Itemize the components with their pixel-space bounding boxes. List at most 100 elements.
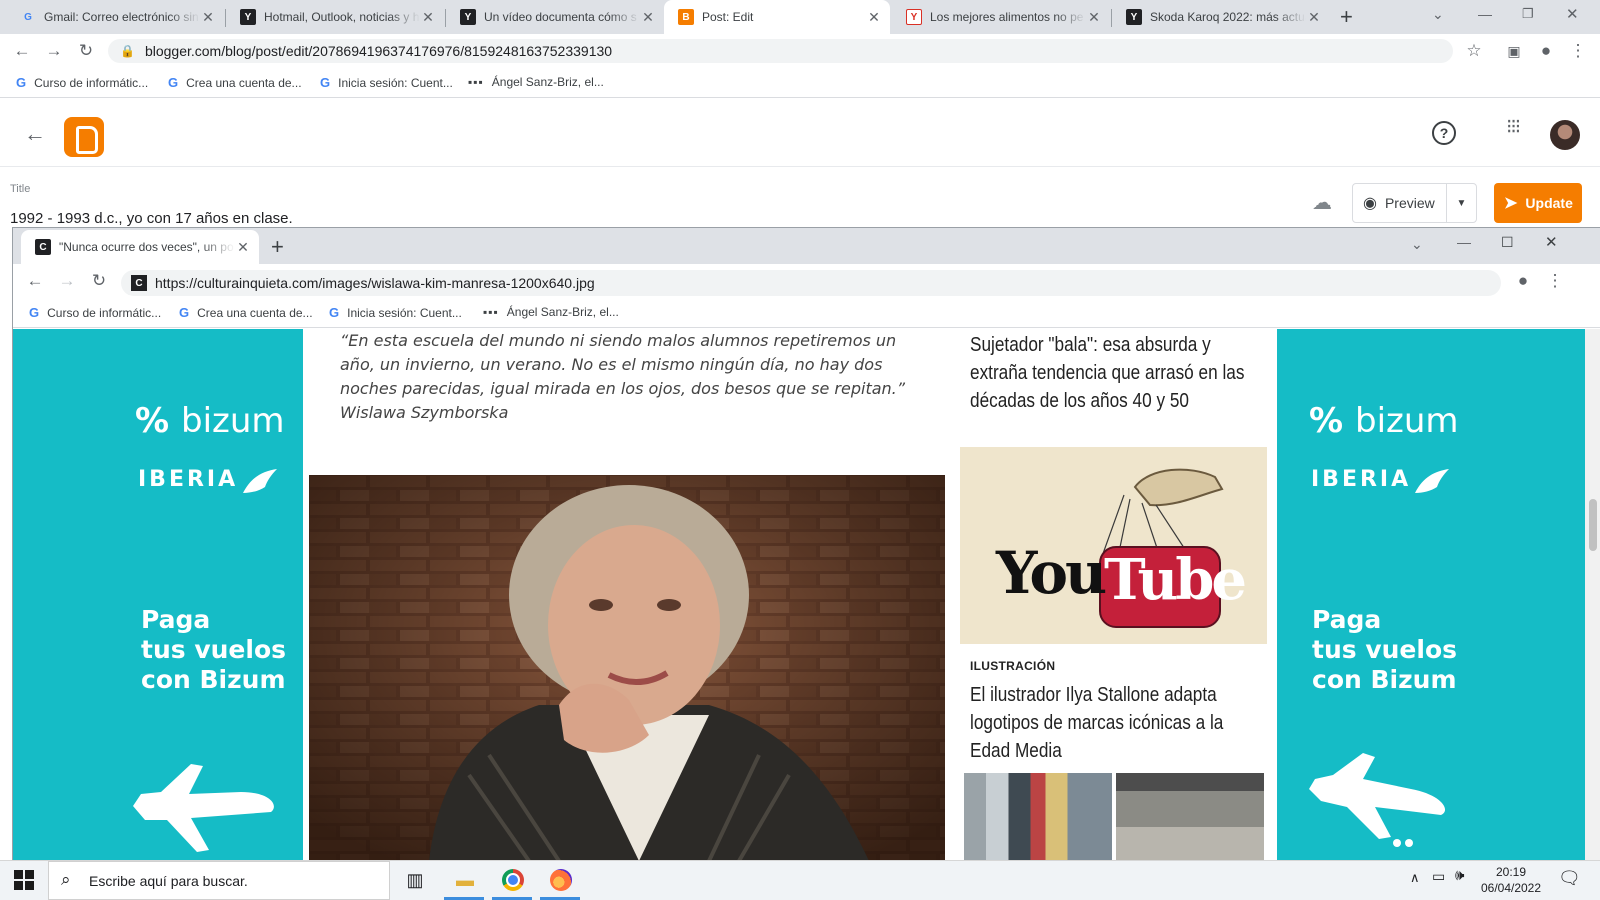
google-g-icon: G: [179, 305, 190, 320]
google-g-icon: G: [168, 75, 179, 90]
close-tab-icon[interactable]: ✕: [866, 9, 882, 26]
back-arrow-icon[interactable]: ←: [10, 39, 34, 63]
airplane-icon: [1309, 753, 1446, 847]
tab-title: Gmail: Correo electrónico sin: [44, 10, 199, 24]
close-tab-icon[interactable]: ✕: [235, 239, 251, 256]
slogan-line: con Bizum: [1312, 665, 1457, 694]
y-red-icon: Y: [906, 9, 922, 25]
reload-icon[interactable]: ↻: [87, 269, 111, 293]
back-arrow-icon[interactable]: ←: [23, 269, 47, 293]
close-tab-icon[interactable]: ✕: [200, 9, 216, 26]
url-text: https://culturainquieta.com/images/wisla…: [155, 275, 595, 291]
apps-grid-icon[interactable]: ⁝⁝⁝: [1506, 117, 1521, 137]
network-icon[interactable]: ▭: [1432, 868, 1445, 885]
tab-title: Hotmail, Outlook, noticias y h: [264, 10, 420, 24]
bookmark-label: Ángel Sanz-Briz, el...: [491, 75, 604, 89]
scrollbar-thumb[interactable]: [1589, 499, 1597, 551]
windows-start-icon[interactable]: [14, 870, 34, 890]
restore-icon[interactable]: ❐: [1522, 6, 1534, 22]
web-page-content: % bizum IBERIA Paga tus vuelos con Bizum…: [13, 329, 1600, 860]
bookmark-label: Curso de informátic...: [34, 75, 149, 90]
close-window-icon[interactable]: ✕: [1545, 233, 1558, 251]
bookmark-inicia-sesion[interactable]: G Inicia sesión: Cuent...: [329, 305, 462, 320]
close-tab-icon[interactable]: ✕: [420, 9, 436, 26]
forward-arrow-icon[interactable]: →: [42, 39, 66, 63]
show-hidden-icons-chevron-icon[interactable]: ∧: [1410, 870, 1420, 886]
article-link-ilustrador[interactable]: El ilustrador Ilya Stallone adapta logot…: [970, 681, 1262, 765]
article-thumbnail-fridge[interactable]: [964, 773, 1112, 860]
tab-search-icon[interactable]: ⌄: [1411, 236, 1423, 253]
tab-video[interactable]: Y Un vídeo documenta cómo s ✕: [446, 0, 664, 34]
bookmark-angel[interactable]: ▪▪▪ Ángel Sanz-Briz, el...: [468, 75, 604, 89]
bookmark-crea-cuenta[interactable]: G Crea una cuenta de...: [179, 305, 313, 320]
blogger-icon: B: [678, 9, 694, 25]
title-input[interactable]: 1992 - 1993 d.c., yo con 17 años en clas…: [10, 210, 293, 227]
tab-post-edit[interactable]: B Post: Edit ✕: [664, 0, 890, 34]
minimize-icon[interactable]: —: [1478, 6, 1492, 22]
vertical-scrollbar[interactable]: [1585, 329, 1600, 860]
close-tab-icon[interactable]: ✕: [1086, 9, 1102, 26]
forward-arrow-icon[interactable]: →: [55, 269, 79, 293]
tab-gmail[interactable]: G Gmail: Correo electrónico sin ✕: [6, 0, 224, 34]
maximize-icon[interactable]: ☐: [1501, 234, 1514, 251]
bookmark-label: Crea una cuenta de...: [186, 75, 302, 90]
bookmark-angel[interactable]: ▪▪▪ Ángel Sanz-Briz, el...: [483, 305, 619, 319]
tab-nunca-ocurre[interactable]: C "Nunca ocurre dos veces", un po ✕: [21, 230, 259, 264]
iberia-brand: IBERIA: [1311, 467, 1412, 492]
inner-tab-strip: C "Nunca ocurre dos veces", un po ✕ + ⌄ …: [13, 228, 1600, 264]
tab-search-icon[interactable]: ⌄: [1432, 6, 1444, 23]
slogan-line: Paga: [1312, 605, 1382, 634]
profile-icon[interactable]: ●: [1534, 39, 1558, 63]
menu-kebab-icon[interactable]: ⋮: [1566, 39, 1590, 63]
system-clock[interactable]: 20:19 06/04/2022: [1476, 864, 1546, 896]
avatar[interactable]: [1550, 120, 1580, 150]
preview-dropdown-icon[interactable]: ▼: [1446, 184, 1476, 222]
tab-hotmail[interactable]: Y Hotmail, Outlook, noticias y h ✕: [226, 0, 444, 34]
help-icon[interactable]: ?: [1432, 121, 1456, 145]
menu-kebab-icon[interactable]: ⋮: [1543, 269, 1567, 293]
close-window-icon[interactable]: ✕: [1566, 5, 1579, 23]
bookmark-star-icon[interactable]: ☆: [1462, 39, 1486, 63]
file-explorer-icon[interactable]: ▬: [450, 865, 480, 895]
outer-address-bar[interactable]: 🔒 blogger.com/blog/post/edit/20786941963…: [108, 39, 1453, 63]
bookmark-inicia-sesion[interactable]: G Inicia sesión: Cuent...: [320, 75, 453, 90]
chrome-icon[interactable]: [498, 865, 528, 895]
update-button[interactable]: ➤ Update: [1494, 183, 1582, 223]
task-view-icon[interactable]: ▥: [400, 865, 430, 895]
bookmark-curso[interactable]: G Curso de informátic...: [29, 305, 161, 320]
inner-address-bar[interactable]: C https://culturainquieta.com/images/wis…: [121, 270, 1501, 296]
related-articles-column: Sujetador "bala": esa absurda y extraña …: [960, 329, 1280, 860]
tab-alimentos[interactable]: Y Los mejores alimentos no pe ✕: [892, 0, 1110, 34]
tab-skoda[interactable]: Y Skoda Karoq 2022: más actua ✕: [1112, 0, 1330, 34]
notification-center-icon[interactable]: 🗨: [1558, 868, 1581, 889]
slogan-line: tus vuelos: [1312, 635, 1458, 664]
preview-button[interactable]: ◉ Preview ▼: [1352, 183, 1477, 223]
new-tab-button[interactable]: +: [1340, 4, 1353, 30]
article-thumbnail-window[interactable]: [1116, 773, 1264, 860]
new-tab-button[interactable]: +: [271, 234, 284, 260]
bizum-iberia-ad-left[interactable]: % bizum IBERIA Paga tus vuelos con Bizum: [13, 329, 303, 860]
close-tab-icon[interactable]: ✕: [640, 9, 656, 26]
bookmark-curso[interactable]: G Curso de informátic...: [16, 75, 148, 90]
bookmark-label: Inicia sesión: Cuent...: [347, 305, 462, 320]
minimize-icon[interactable]: —: [1457, 234, 1471, 250]
volume-icon[interactable]: 🕪: [1455, 867, 1464, 884]
article-link-sujetador[interactable]: Sujetador "bala": esa absurda y extraña …: [970, 331, 1262, 415]
firefox-icon[interactable]: [546, 865, 576, 895]
bizum-iberia-ad-right[interactable]: % bizum IBERIA Paga tus vuelos con Bizum: [1277, 329, 1585, 860]
bookmark-crea-cuenta[interactable]: G Crea una cuenta de...: [168, 75, 302, 90]
blogger-logo-icon[interactable]: [64, 117, 104, 157]
reload-icon[interactable]: ↻: [74, 39, 98, 63]
category-label[interactable]: ILUSTRACIÓN: [970, 659, 1055, 673]
cloud-off-icon: ☁: [1312, 192, 1332, 214]
side-panel-icon[interactable]: ▣: [1502, 39, 1526, 63]
google-g-icon: G: [329, 305, 340, 320]
back-arrow-icon[interactable]: ←: [24, 121, 46, 147]
outer-bookmarks-bar: G Curso de informátic... G Crea una cuenta…: [0, 68, 1600, 98]
close-tab-icon[interactable]: ✕: [1306, 9, 1322, 26]
search-placeholder: Escribe aquí para buscar.: [89, 872, 248, 889]
youtube-medieval-illustration[interactable]: You Tube: [960, 447, 1267, 644]
taskbar-search-input[interactable]: ⌕ Escribe aquí para buscar.: [48, 861, 390, 900]
slogan-line: Paga: [141, 605, 211, 634]
profile-icon[interactable]: ●: [1511, 269, 1535, 293]
